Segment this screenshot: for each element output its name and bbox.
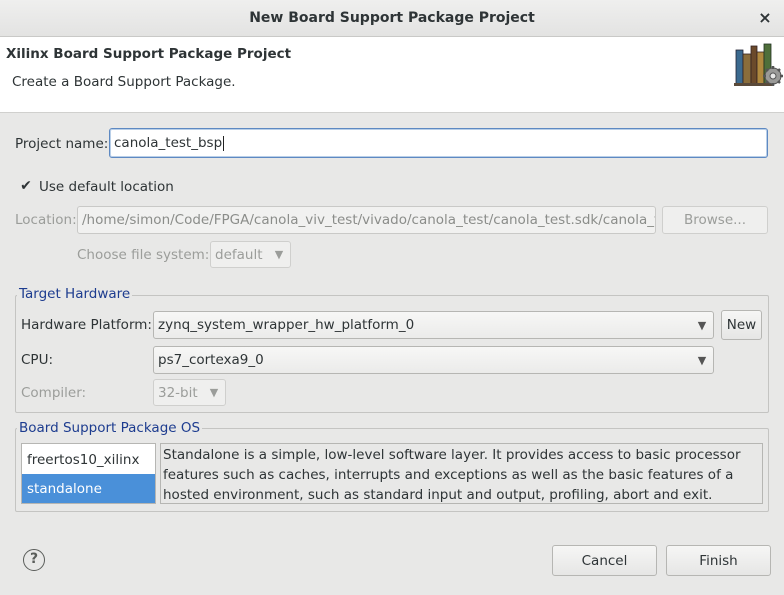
location-input[interactable]: /home/simon/Code/FPGA/canola_viv_test/vi… [77, 206, 656, 234]
list-item-standalone[interactable]: standalone [22, 474, 155, 503]
browse-button[interactable]: Browse... [662, 206, 768, 234]
location-label: Location: [15, 212, 77, 228]
os-description-text: Standalone is a simple, low-level softwa… [163, 447, 741, 503]
banner-description: Create a Board Support Package. [12, 74, 236, 90]
hardware-platform-value: zynq_system_wrapper_hw_platform_0 [158, 317, 415, 333]
compiler-value: 32-bit [158, 384, 198, 401]
cancel-button[interactable]: Cancel [552, 545, 657, 576]
use-default-location-checkbox[interactable]: ✔ [19, 179, 33, 193]
chevron-down-icon: ▼ [697, 353, 707, 367]
compiler-label: Compiler: [21, 385, 87, 401]
finish-button[interactable]: Finish [666, 545, 771, 576]
help-icon[interactable]: ? [23, 549, 45, 571]
project-name-input[interactable]: canola_test_bsp [109, 128, 768, 158]
cpu-label: CPU: [21, 352, 53, 368]
cpu-value: ps7_cortexa9_0 [158, 352, 264, 368]
books-gear-icon [734, 43, 783, 86]
location-value: /home/simon/Code/FPGA/canola_viv_test/vi… [82, 212, 656, 228]
project-name-value: canola_test_bsp [114, 135, 223, 151]
window-titlebar: New Board Support Package Project [0, 0, 784, 37]
project-name-label: Project name: [15, 136, 109, 152]
hardware-platform-dropdown[interactable]: zynq_system_wrapper_hw_platform_0 ▼ [153, 311, 714, 339]
os-description: Standalone is a simple, low-level softwa… [160, 443, 763, 504]
file-system-label: Choose file system: [77, 247, 210, 263]
use-default-location-label: Use default location [39, 179, 174, 195]
hardware-platform-label: Hardware Platform: [21, 317, 152, 333]
cpu-dropdown[interactable]: ps7_cortexa9_0 ▼ [153, 346, 714, 374]
chevron-down-icon: ▼ [274, 248, 284, 261]
chevron-down-icon: ▼ [697, 318, 707, 332]
bsp-os-title: Board Support Package OS [17, 420, 203, 436]
banner-title: Xilinx Board Support Package Project [6, 46, 292, 62]
target-hardware-title: Target Hardware [17, 286, 133, 302]
list-item-freertos10-xilinx[interactable]: freertos10_xilinx [22, 445, 155, 474]
compiler-dropdown[interactable]: 32-bit ▼ [153, 379, 226, 406]
chevron-down-icon: ▼ [209, 386, 219, 399]
file-system-value: default [215, 246, 263, 263]
text-caret [223, 135, 225, 151]
wizard-banner: Xilinx Board Support Package Project Cre… [0, 37, 784, 113]
file-system-dropdown[interactable]: default ▼ [210, 241, 291, 268]
close-icon[interactable]: × [756, 9, 774, 27]
new-platform-button[interactable]: New [721, 310, 762, 340]
window-title: New Board Support Package Project [249, 10, 535, 26]
os-list: freertos10_xilinx standalone [21, 443, 156, 504]
